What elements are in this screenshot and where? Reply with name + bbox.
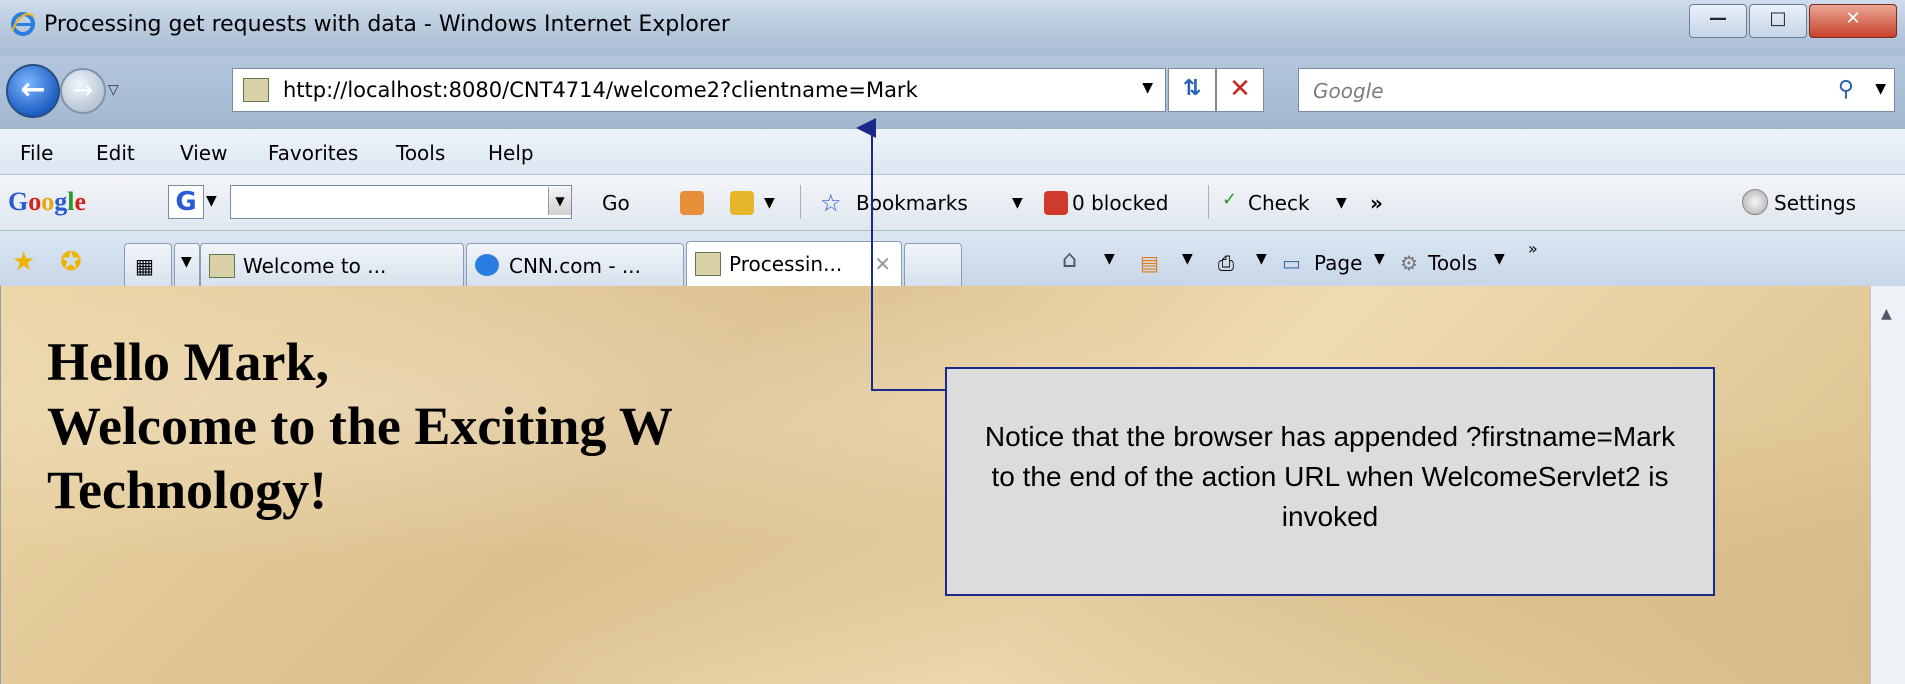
menu-edit[interactable]: Edit (96, 141, 135, 165)
menu-view[interactable]: View (180, 141, 227, 165)
ie-page-icon (475, 254, 499, 276)
page-menu-button[interactable]: Page (1314, 251, 1362, 275)
settings-icon (1742, 189, 1768, 215)
google-g-button[interactable]: G (168, 185, 204, 219)
tab-cnn[interactable]: CNN.com - ... (466, 243, 684, 288)
popup-blocker-icon (1044, 191, 1068, 215)
title-bar: Processing get requests with data - Wind… (0, 0, 1905, 56)
forward-arrow-icon: → (72, 76, 94, 104)
ie-logo-icon (11, 12, 35, 36)
google-go-button[interactable]: Go (602, 191, 630, 215)
annotation-callout: Notice that the browser has appended ?fi… (945, 367, 1715, 596)
feeds-dropdown-icon[interactable]: ▼ (1182, 251, 1193, 267)
window-controls: — □ ✕ (1687, 4, 1897, 38)
window-title: Processing get requests with data - Wind… (44, 12, 730, 37)
callout-text: Notice that the browser has appended ?fi… (984, 421, 1676, 532)
google-toolbar: Google G ▼ ▼ Go ▼ ☆ Bookmarks ▼ 0 blocke… (0, 174, 1905, 231)
new-tab-button[interactable] (904, 243, 962, 288)
maximize-icon: □ (1769, 8, 1787, 29)
spellcheck-button[interactable]: Check (1248, 191, 1310, 215)
page-icon: ▭ (1282, 251, 1301, 275)
minimize-button[interactable]: — (1689, 4, 1747, 38)
popup-blocked-count[interactable]: 0 blocked (1072, 191, 1168, 215)
search-placeholder: Google (1313, 79, 1384, 103)
popup-dropdown-icon[interactable]: ▼ (764, 195, 775, 211)
tools-gear-icon: ⚙ (1400, 251, 1418, 275)
menu-bar: File Edit View Favorites Tools Help (0, 128, 1905, 175)
back-button[interactable]: ← (6, 64, 60, 118)
bookmark-star-icon[interactable]: ☆ (820, 189, 842, 217)
refresh-button[interactable]: ⇅ (1168, 68, 1216, 112)
bookmarks-dropdown-icon[interactable]: ▼ (1012, 195, 1023, 211)
address-bar[interactable]: http://localhost:8080/CNT4714/welcome2?c… (232, 68, 1166, 112)
print-icon[interactable]: ⎙ (1218, 251, 1234, 275)
google-search-dropdown[interactable]: ▼ (548, 187, 571, 215)
forward-button[interactable]: → (60, 68, 106, 114)
page-dropdown-icon[interactable]: ▼ (1374, 251, 1385, 267)
tools-dropdown-icon[interactable]: ▼ (1494, 251, 1505, 267)
menu-help[interactable]: Help (488, 141, 534, 165)
search-icon[interactable]: ⚲ (1838, 77, 1854, 102)
close-tab-icon[interactable]: ✕ (874, 252, 891, 276)
google-search-input[interactable] (230, 185, 572, 219)
page-favicon-icon (695, 252, 721, 276)
check-dropdown-icon[interactable]: ▼ (1336, 195, 1347, 211)
more-tools-button[interactable]: » (1370, 191, 1383, 215)
close-window-button[interactable]: ✕ (1809, 4, 1897, 38)
minimize-icon: — (1709, 8, 1727, 29)
menu-tools[interactable]: Tools (396, 141, 445, 165)
quick-tabs-icon: ▦ (135, 254, 154, 278)
menu-favorites[interactable]: Favorites (268, 141, 358, 165)
close-icon: ✕ (1845, 8, 1861, 29)
page-favicon-icon (243, 78, 269, 102)
feeds-icon[interactable]: ▤ (1140, 251, 1159, 275)
google-menu-dropdown-icon[interactable]: ▼ (206, 193, 217, 209)
print-dropdown-icon[interactable]: ▼ (1256, 251, 1267, 267)
maximize-button[interactable]: □ (1749, 4, 1807, 38)
toolbar-separator (800, 185, 801, 219)
address-dropdown-icon[interactable]: ▼ (1142, 80, 1153, 96)
tab-bar: ★ ✪ ▦ ▼ Welcome to ... CNN.com - ... Pro… (0, 230, 1905, 288)
bookmarks-button[interactable]: Bookmarks (856, 191, 968, 215)
tab-label: CNN.com - ... (509, 254, 641, 278)
google-logo: Google (8, 187, 87, 216)
tab-label: Welcome to ... (243, 254, 387, 278)
favorites-center-icon[interactable]: ★ (12, 247, 35, 277)
tab-label: Processin... (729, 252, 843, 276)
address-text: http://localhost:8080/CNT4714/welcome2?c… (283, 78, 918, 102)
add-favorite-icon[interactable]: ✪ (60, 247, 82, 277)
toolbar-separator (1208, 185, 1209, 219)
tab-processing[interactable]: Processin... ✕ (686, 241, 902, 288)
refresh-icon: ⇅ (1182, 76, 1202, 101)
tab-list-dropdown-icon: ▼ (181, 254, 192, 270)
page-favicon-icon (209, 254, 235, 278)
quick-tabs-button[interactable]: ▦ (124, 243, 172, 288)
menu-file[interactable]: File (20, 141, 53, 165)
home-icon[interactable]: ⌂ (1062, 245, 1077, 273)
tab-list-dropdown[interactable]: ▼ (174, 243, 200, 288)
tools-menu-button[interactable]: Tools (1428, 251, 1477, 275)
scroll-up-icon[interactable]: ▲ (1881, 306, 1892, 322)
settings-button[interactable]: Settings (1774, 191, 1856, 215)
back-arrow-icon: ← (20, 72, 46, 107)
vertical-scrollbar[interactable]: ▲ (1870, 286, 1905, 684)
tab-welcome[interactable]: Welcome to ... (200, 243, 464, 288)
search-dropdown-icon[interactable]: ▼ (1875, 81, 1886, 97)
browser-window: Processing get requests with data - Wind… (0, 0, 1905, 684)
recent-pages-dropdown[interactable]: ▽ (108, 82, 119, 98)
home-dropdown-icon[interactable]: ▼ (1104, 251, 1115, 267)
more-commands-icon[interactable]: » (1528, 239, 1538, 258)
spellcheck-icon: ✓ (1222, 189, 1238, 210)
popup-icon[interactable] (730, 191, 754, 215)
stop-icon: ✕ (1229, 74, 1251, 104)
highlight-icon[interactable] (680, 191, 704, 215)
search-input[interactable]: Google ⚲ ▼ (1298, 68, 1895, 112)
stop-button[interactable]: ✕ (1216, 68, 1264, 112)
